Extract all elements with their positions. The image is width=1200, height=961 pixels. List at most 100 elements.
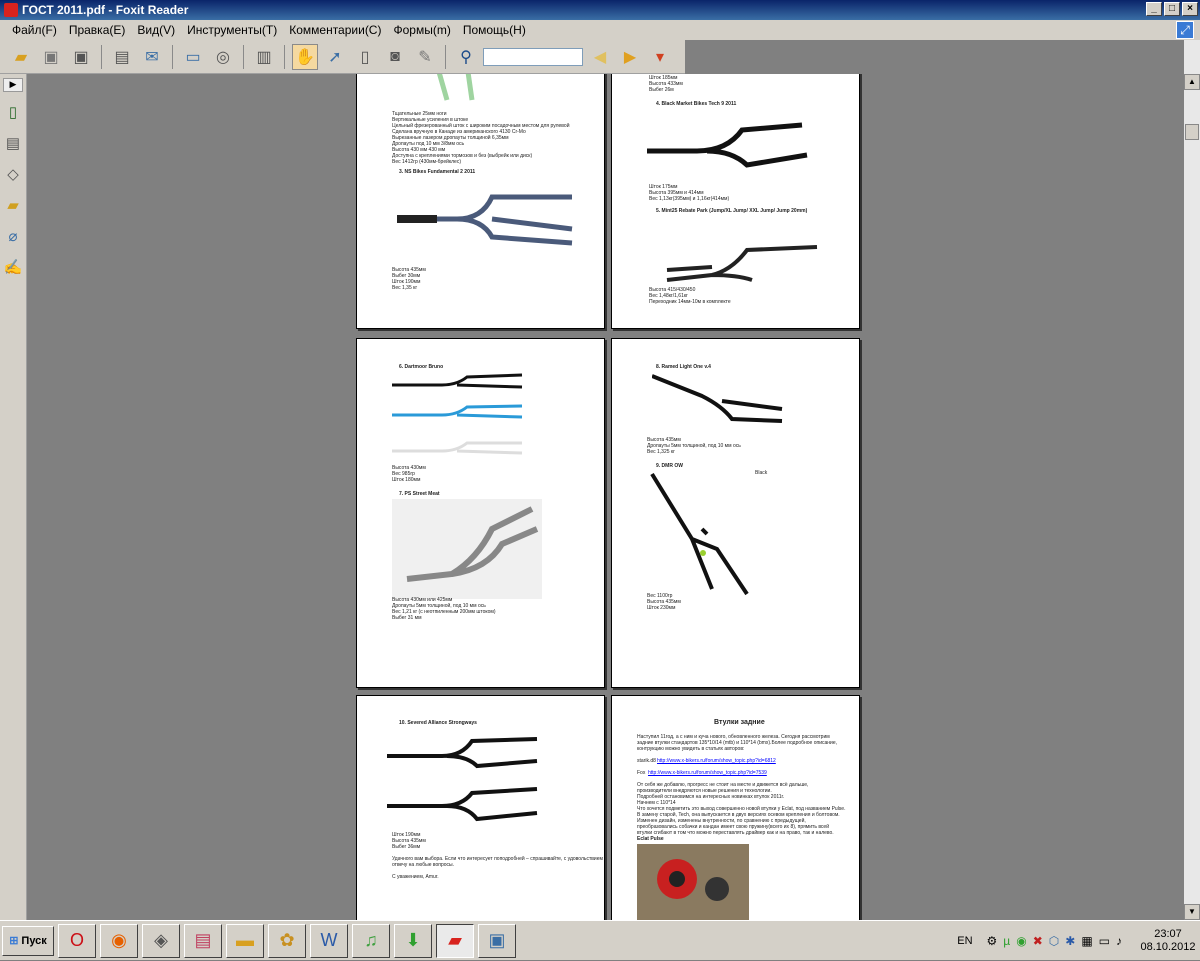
email-icon[interactable]: ✉ (139, 44, 165, 70)
document-area[interactable]: Тщательные 25мм ноги Вертикальные усилен… (27, 74, 1184, 920)
system-tray: EN ⚙ µ ◉ ✖ ⬡ ✱ ▦ ▭ ♪ 23:07 08.10.2012 (957, 921, 1200, 961)
signatures-icon[interactable]: ✍ (2, 256, 24, 278)
bluetooth-icon[interactable]: ✱ (1065, 934, 1075, 948)
select-tool-icon[interactable]: ➚ (322, 44, 348, 70)
start-button[interactable]: ⊞ Пуск (2, 925, 54, 956)
steam-icon[interactable]: ⚙ (987, 934, 998, 948)
minimize-button[interactable]: _ (1146, 2, 1162, 16)
app-green-icon[interactable]: ♫ (352, 923, 390, 958)
network-icon[interactable]: ⬡ (1049, 934, 1059, 948)
window-title: ГОСТ 2011.pdf - Foxit Reader (22, 3, 189, 17)
opera-icon[interactable]: O (58, 923, 96, 958)
paint-icon[interactable]: ✿ (268, 923, 306, 958)
fullscreen-icon[interactable]: ▭ (180, 44, 206, 70)
volume-icon[interactable]: ♪ (1116, 934, 1122, 948)
bookmarks-icon[interactable]: ▯ (2, 101, 24, 123)
product-heading: 8. Ramed Light One v.4 (656, 364, 711, 370)
utorrent-icon[interactable]: ⬇ (394, 923, 432, 958)
menu-edit[interactable]: Правка(E) (63, 23, 132, 37)
clock-date: 08.10.2012 (1140, 941, 1196, 953)
hand-tool-icon[interactable]: ✋ (292, 43, 318, 70)
save-as-icon[interactable]: ▣ (68, 44, 94, 70)
search-prev-icon[interactable]: ◀ (587, 44, 613, 70)
fork-image-dartmoor-blue (392, 404, 523, 419)
vertical-scrollbar[interactable]: ▲ ▼ (1184, 40, 1200, 920)
fork-image-dartmoor-black (392, 373, 523, 389)
tray-green-icon[interactable]: ◉ (1016, 934, 1026, 948)
foxit-app-icon (4, 3, 18, 17)
link-label: Fox (637, 770, 646, 776)
notepad-icon[interactable]: ▤ (184, 923, 222, 958)
firefox-icon[interactable]: ◉ (100, 923, 138, 958)
menu-view[interactable]: Вид(V) (131, 23, 181, 37)
reflow-icon[interactable]: ◎ (210, 44, 236, 70)
spec-line: Шток 180мм (392, 477, 421, 483)
taskbar: ⊞ Пуск O ◉ ◈ ▤ ▬ ✿ W ♫ ⬇ ▰ ▣ EN ⚙ µ ◉ ✖ ⬡… (0, 920, 1200, 960)
pages-icon[interactable]: ▥ (251, 44, 277, 70)
title-bar: ГОСТ 2011.pdf - Foxit Reader _ □ × (0, 0, 1200, 20)
text-select-icon[interactable]: ▯ (352, 44, 378, 70)
windows-logo-icon: ⊞ (9, 935, 19, 947)
binoculars-search-icon[interactable]: ⚲ (453, 44, 479, 70)
pdf-page-4: 8. Ramed Light One v.4 Высота 435мм Дроп… (611, 338, 860, 688)
paint-shop-icon[interactable]: ▣ (478, 923, 516, 958)
close-button[interactable]: × (1182, 2, 1198, 16)
tray-red-icon[interactable]: ✖ (1033, 934, 1043, 948)
paragraph-line: контрукцию можно увидеть в статьях автор… (637, 746, 745, 752)
link[interactable]: http://www.x-bikers.ru/forum/show_topic.… (657, 758, 776, 764)
product-heading: 5. Mint25 Rebate Park (Jump/XL Jump/ XXL… (656, 208, 808, 214)
page-thumbnails-icon[interactable]: ▤ (2, 132, 24, 154)
foxit-taskbar-icon[interactable]: ▰ (436, 923, 474, 958)
fork-image-blue (397, 194, 573, 246)
spec-line: Вес 1,13кг(395мм) и 1,16кг(414мм) (649, 196, 730, 202)
antivirus-icon[interactable]: ▦ (1081, 934, 1092, 948)
maximize-button[interactable]: □ (1164, 2, 1180, 16)
word-icon[interactable]: W (310, 923, 348, 958)
search-input[interactable] (483, 47, 583, 66)
start-label: Пуск (21, 934, 47, 947)
link[interactable]: http://www.x-bikers.ru/forum/show_topic.… (648, 770, 767, 776)
fork-image-chrome (392, 499, 542, 599)
search-options-icon[interactable]: ▾ (647, 44, 673, 70)
clock[interactable]: 23:07 08.10.2012 (1136, 928, 1200, 954)
scroll-down-icon[interactable]: ▼ (1184, 904, 1200, 920)
typewriter-icon[interactable]: ✎ (412, 44, 438, 70)
menu-file[interactable]: Файл(F) (6, 23, 63, 37)
explorer-icon[interactable]: ▬ (226, 923, 264, 958)
language-indicator[interactable]: EN (957, 935, 972, 947)
closing-text: отвечу на любые вопросы. (392, 862, 455, 868)
pdf-page-1: Тщательные 25мм ноги Вертикальные усилен… (356, 74, 605, 329)
scroll-thumb[interactable] (1185, 124, 1199, 140)
winamp-icon[interactable]: ◈ (142, 923, 180, 958)
utorrent-tray-icon[interactable]: µ (1003, 934, 1010, 948)
layers-icon[interactable]: ◇ (2, 163, 24, 185)
attachments-icon[interactable]: ⌀ (2, 225, 24, 247)
clock-time: 23:07 (1154, 928, 1182, 940)
save-icon[interactable]: ▣ (38, 44, 64, 70)
menu-comments[interactable]: Комментарии(C) (283, 23, 387, 37)
comments-icon[interactable]: ▰ (2, 194, 24, 216)
snapshot-icon[interactable]: ◙ (382, 44, 408, 70)
page-title: Втулки задние (714, 719, 765, 726)
fork-image-black (647, 122, 808, 168)
menu-bar: Файл(F) Правка(E) Вид(V) Инструменты(T) … (0, 20, 1200, 40)
hub-photo (637, 844, 749, 920)
product-heading: 7. PS Street Meat (399, 491, 440, 497)
print-icon[interactable]: ▤ (109, 44, 135, 70)
product-heading: 6. Dartmoor Bruno (399, 364, 444, 370)
spec-line: Выбег 31 мм (392, 615, 422, 621)
paragraph-line: втулки сгибают в том что можно переставл… (637, 830, 834, 836)
pdf-page-2: Шток 185мм Высота 433мм Выбег 26м 4. Bla… (611, 74, 860, 329)
collapse-panel-icon[interactable]: ▶ (3, 78, 23, 92)
monitor-icon[interactable]: ▭ (1099, 934, 1110, 948)
spec-line: Вес 1412гр (430мм-брейклес) (392, 159, 461, 165)
window-restore-icon[interactable]: ⤢ (1176, 21, 1194, 39)
menu-help[interactable]: Помощь(H) (457, 23, 532, 37)
search-next-icon[interactable]: ▶ (617, 44, 643, 70)
product-heading: 3. NS Bikes Fundamental 2 2011 (399, 169, 476, 175)
open-folder-icon[interactable]: ▰ (8, 44, 34, 70)
fork-image-severed (387, 737, 538, 822)
menu-tools[interactable]: Инструменты(T) (181, 23, 283, 37)
menu-forms[interactable]: Формы(m) (387, 23, 456, 37)
scroll-up-icon[interactable]: ▲ (1184, 74, 1200, 90)
